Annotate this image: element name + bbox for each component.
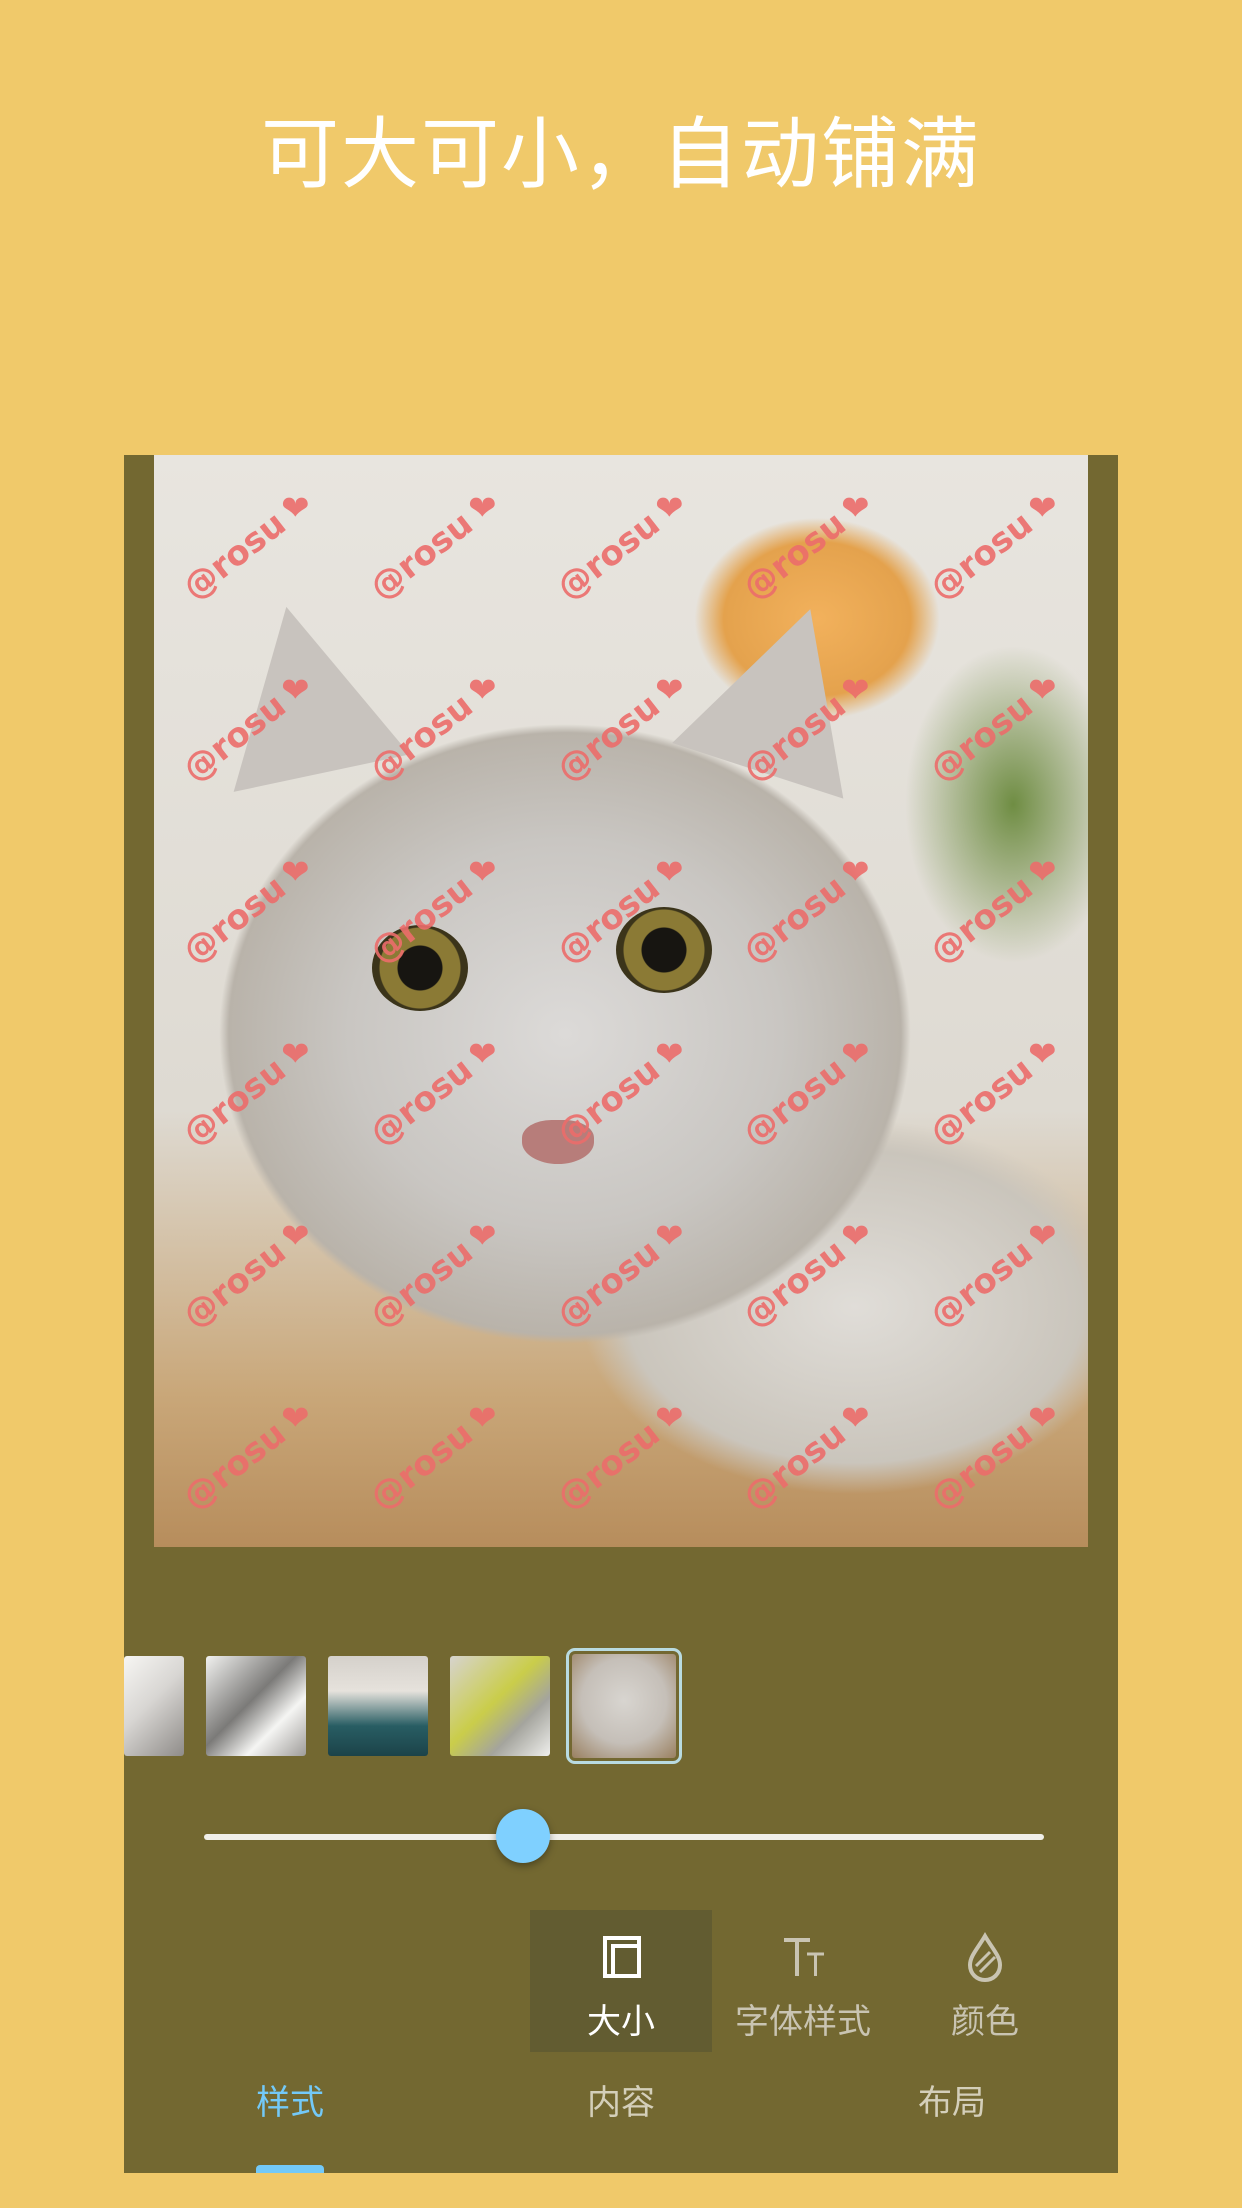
heart-icon: ❤ — [1028, 488, 1058, 529]
bottom-tabs: 样式 内容 布局 — [124, 2055, 1118, 2173]
water-drop-icon — [967, 1932, 1003, 1983]
thumbnail-strip — [124, 1648, 1118, 1764]
watermark: @rosu ❤ — [922, 852, 1058, 973]
heart-icon: ❤ — [468, 1216, 497, 1257]
watermark: @rosu ❤ — [922, 670, 1058, 791]
heart-icon: ❤ — [281, 1216, 310, 1257]
heart-icon: ❤ — [1028, 670, 1058, 711]
watermark: @rosu ❤ — [362, 1216, 497, 1337]
watermark: @rosu ❤ — [922, 1216, 1058, 1337]
heart-icon: ❤ — [468, 1398, 497, 1439]
font-style-tool-button[interactable]: 字体样式 — [712, 1910, 894, 2052]
heart-icon: ❤ — [655, 670, 684, 711]
tab-style[interactable]: 样式 — [190, 2055, 390, 2173]
cat-photo-preview[interactable]: @rosu ❤ @rosu ❤ @rosu ❤ @rosu ❤ @rosu ❤ @rosu… — [154, 455, 1088, 1547]
watermark: @rosu ❤ — [922, 1034, 1058, 1155]
watermark: @rosu ❤ — [175, 852, 310, 973]
watermark: @rosu ❤ — [175, 1216, 310, 1337]
headline-text: 可大可小，自动铺满 — [260, 110, 981, 200]
watermark: @rosu ❤ — [175, 1034, 310, 1155]
cat-left-ear — [198, 588, 410, 792]
thumbnail-4[interactable] — [450, 1656, 550, 1756]
thumbnail-3[interactable] — [328, 1656, 428, 1756]
thumbnail-5-selected[interactable] — [566, 1648, 682, 1764]
watermark: @rosu ❤ — [549, 852, 684, 973]
heart-icon: ❤ — [281, 852, 310, 893]
color-tool-label: 颜色 — [951, 2002, 1019, 2042]
watermark: @rosu ❤ — [735, 852, 871, 973]
watermark: @rosu ❤ — [922, 488, 1058, 609]
slider-thumb[interactable] — [496, 1809, 550, 1863]
cat-nose — [522, 1120, 594, 1164]
heart-icon: ❤ — [655, 1398, 684, 1439]
cat-right-eye — [616, 907, 712, 993]
font-style-tool-label: 字体样式 — [735, 2002, 871, 2042]
tab-content[interactable]: 内容 — [521, 2055, 721, 2173]
text-style-icon — [784, 1938, 824, 1976]
tab-layout-label: 布局 — [918, 2083, 986, 2123]
heart-icon: ❤ — [281, 488, 310, 529]
watermark: @rosu ❤ — [735, 1216, 871, 1337]
tab-content-label: 内容 — [587, 2083, 655, 2123]
heart-icon: ❤ — [841, 1398, 871, 1439]
heart-icon: ❤ — [841, 1034, 871, 1075]
tab-style-label: 样式 — [256, 2083, 324, 2123]
heart-icon: ❤ — [1028, 852, 1058, 893]
style-toolbar: 大小 字体样式 颜色 — [530, 1910, 1118, 2052]
heart-icon: ❤ — [655, 1034, 684, 1075]
size-slider[interactable] — [204, 1809, 1044, 1863]
watermark: @rosu ❤ — [549, 1398, 684, 1519]
watermark: @rosu ❤ — [549, 1216, 684, 1337]
heart-icon: ❤ — [468, 488, 497, 529]
watermark: @rosu ❤ — [175, 1398, 310, 1519]
active-tab-indicator — [256, 2165, 324, 2173]
crop-square-icon — [603, 1936, 641, 1978]
tab-layout[interactable]: 布局 — [852, 2055, 1052, 2173]
cat-right-ear — [672, 581, 896, 799]
size-tool-label: 大小 — [587, 2002, 655, 2042]
size-tool-button[interactable]: 大小 — [530, 1910, 712, 2052]
thumbnail-1[interactable] — [124, 1656, 184, 1756]
color-tool-button[interactable]: 颜色 — [894, 1910, 1076, 2052]
heart-icon: ❤ — [281, 1398, 310, 1439]
watermark: @rosu ❤ — [549, 1034, 684, 1155]
watermark: @rosu ❤ — [922, 1398, 1058, 1519]
watermark: @rosu ❤ — [735, 1398, 871, 1519]
heart-icon: ❤ — [655, 488, 684, 529]
heart-icon: ❤ — [655, 1216, 684, 1257]
heart-icon: ❤ — [281, 1034, 310, 1075]
cat-left-eye — [372, 925, 468, 1011]
heart-icon: ❤ — [468, 670, 497, 711]
watermark: @rosu ❤ — [362, 1398, 497, 1519]
heart-icon: ❤ — [841, 488, 871, 529]
slider-track — [204, 1834, 1044, 1840]
heart-icon: ❤ — [655, 852, 684, 893]
heart-icon: ❤ — [468, 852, 497, 893]
editor-panel: @rosu ❤ @rosu ❤ @rosu ❤ @rosu ❤ @rosu ❤ @rosu… — [124, 455, 1118, 2173]
watermark: @rosu ❤ — [735, 1034, 871, 1155]
thumbnail-2[interactable] — [206, 1656, 306, 1756]
heart-icon: ❤ — [468, 1034, 497, 1075]
heart-icon: ❤ — [1028, 1034, 1058, 1075]
heart-icon: ❤ — [841, 1216, 871, 1257]
heart-icon: ❤ — [841, 852, 871, 893]
heart-icon: ❤ — [1028, 1216, 1058, 1257]
heart-icon: ❤ — [1028, 1398, 1058, 1439]
